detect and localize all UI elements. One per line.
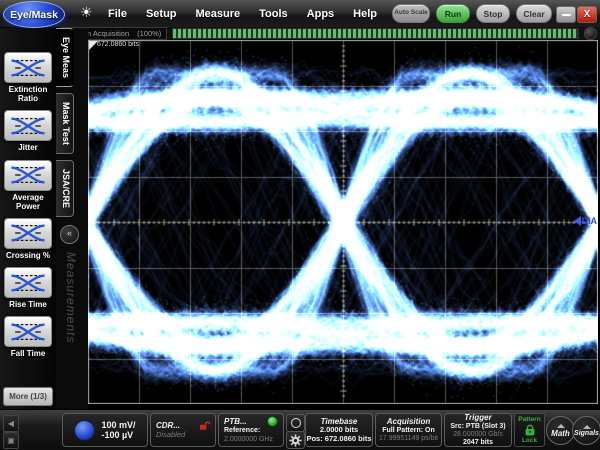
- acquisition-progress-bar: [172, 28, 579, 39]
- settings-button[interactable]: [286, 431, 305, 449]
- menu-tools[interactable]: Tools: [259, 8, 288, 20]
- trigger-rate: 28.000000 Gb/s: [453, 431, 503, 439]
- pattern-lock-label-bottom: Lock: [522, 437, 537, 444]
- tab-jsa-cre[interactable]: JSA/CRE: [56, 160, 74, 217]
- measurement-tab-strip: Eye Meas Mask Test JSA/CRE « Measurement…: [56, 28, 88, 410]
- menu-file[interactable]: File: [108, 8, 127, 20]
- menu-apps[interactable]: Apps: [307, 8, 335, 20]
- cdr-unlocked-icon: [199, 420, 210, 431]
- math-up-arrow-icon: [557, 424, 565, 428]
- trigger-pattern-length: 2047 bits: [463, 439, 493, 447]
- cdr-status: Disabled: [156, 431, 185, 440]
- trigger-title: Trigger: [464, 413, 491, 422]
- clear-button[interactable]: Clear: [516, 4, 552, 23]
- acquisition-status-bar: Pattern Acquisition (100%): [58, 27, 600, 40]
- channel-marker-arrow-icon: [574, 216, 581, 226]
- timebase-panel[interactable]: Timebase 2.0000 bits Pos: 672.0860 bits: [305, 413, 373, 447]
- acquisition-percent: (100%): [137, 29, 161, 38]
- channel-indicator-icon: [74, 420, 95, 441]
- run-button[interactable]: Run: [436, 4, 470, 23]
- channel-marker-dia[interactable]: DIA: [574, 216, 598, 226]
- measurement-sidebar: Extinction Ratio Jitter Average Power Cr…: [0, 28, 56, 410]
- app-mode-button[interactable]: Eye/Mask: [3, 1, 65, 28]
- waveform-display: 672.0860 bits DIA: [88, 40, 598, 404]
- tab-eye-meas[interactable]: Eye Meas: [56, 28, 74, 87]
- sidebar-item-fall-time[interactable]: Fall Time: [4, 316, 52, 358]
- acquisition-full-pattern: Full Pattern: On: [382, 427, 435, 435]
- extinction-ratio-icon: [9, 57, 47, 79]
- average-power-icon: [9, 164, 47, 186]
- dca-oscilloscope-window: ☀ File Setup Measure Tools Apps Help Aut…: [0, 0, 600, 450]
- status-bar: ◀ ▣ 100 mV/ -100 µV CDR... Disabled PTB.…: [0, 409, 600, 450]
- measurements-strip-label: Measurements: [64, 252, 78, 343]
- display-tool-button[interactable]: ▣: [3, 432, 19, 449]
- scroll-panels-left-button[interactable]: ◀: [3, 415, 19, 432]
- sidebar-item-average-power[interactable]: Average Power: [1, 160, 55, 211]
- pattern-lock-label-top: Pattern: [518, 416, 540, 423]
- minimize-button[interactable]: [556, 6, 576, 23]
- menu-setup[interactable]: Setup: [146, 8, 177, 20]
- ring-icon: [291, 418, 301, 428]
- sidebar-item-rise-time[interactable]: Rise Time: [4, 267, 52, 309]
- gear-icon: [289, 434, 302, 447]
- channel-scale-panel[interactable]: 100 mV/ -100 µV: [62, 413, 148, 447]
- jitter-icon: [9, 115, 47, 137]
- close-button[interactable]: X: [577, 6, 597, 23]
- acquisition-resolution: 17.99951149 ps/bit: [379, 435, 438, 443]
- ptb-title: PTB...: [224, 417, 247, 426]
- minimize-icon: [562, 14, 571, 16]
- fall-time-icon: [9, 321, 47, 343]
- sidebar-item-extinction-ratio[interactable]: Extinction Ratio: [1, 52, 55, 103]
- menu-measure[interactable]: Measure: [196, 8, 241, 20]
- acquisition-menu-button[interactable]: [584, 27, 597, 40]
- ptb-reference-value: 2.0000000 GHz: [224, 436, 273, 444]
- menu-items: File Setup Measure Tools Apps Help: [108, 0, 377, 27]
- collapse-sidebar-button[interactable]: «: [60, 225, 79, 244]
- math-button[interactable]: Math: [546, 416, 575, 445]
- signals-button[interactable]: Signals: [572, 416, 600, 445]
- cdr-title: CDR...: [156, 421, 180, 430]
- trigger-panel[interactable]: Trigger Src: PTB (Slot 3) 28.000000 Gb/s…: [444, 413, 512, 447]
- sidebar-item-crossing[interactable]: Crossing %: [4, 218, 52, 260]
- timebase-position: Pos: 672.0860 bits: [306, 435, 371, 444]
- stop-button[interactable]: Stop: [476, 4, 510, 23]
- trigger-source: Src: PTB (Slot 3): [450, 423, 505, 431]
- channel-offset-value: -100 µV: [101, 430, 133, 440]
- ptb-panel[interactable]: PTB... Reference: 2.0000000 GHz: [218, 413, 284, 447]
- cdr-panel[interactable]: CDR... Disabled: [150, 413, 216, 447]
- tab-mask-test[interactable]: Mask Test: [56, 93, 74, 154]
- acquisition-title: Acquisition: [387, 417, 431, 426]
- pattern-lock-button[interactable]: Pattern Lock: [514, 413, 545, 447]
- menu-bar: ☀ File Setup Measure Tools Apps Help Aut…: [0, 0, 600, 28]
- acquisition-panel[interactable]: Acquisition Full Pattern: On 17.99951149…: [375, 413, 442, 447]
- eye-diagram-canvas[interactable]: [88, 40, 598, 404]
- channel-scale-value: 100 mV/: [101, 420, 135, 430]
- timebase-annotation: 672.0860 bits: [97, 41, 139, 48]
- panel-scroll-button[interactable]: [286, 414, 305, 432]
- ptb-status-led-icon: [267, 416, 278, 427]
- more-measurements-button[interactable]: More (1/3): [3, 387, 53, 406]
- auto-scale-button[interactable]: Auto Scale: [392, 4, 430, 23]
- sidebar-item-jitter[interactable]: Jitter: [4, 110, 52, 152]
- rise-time-icon: [9, 272, 47, 294]
- menu-help[interactable]: Help: [353, 8, 377, 20]
- brightness-icon[interactable]: ☀: [80, 5, 93, 19]
- crossing-icon: [9, 222, 47, 244]
- pattern-lock-icon: [524, 424, 536, 436]
- signals-up-arrow-icon: [583, 425, 591, 429]
- ptb-reference-label: Reference:: [224, 427, 260, 435]
